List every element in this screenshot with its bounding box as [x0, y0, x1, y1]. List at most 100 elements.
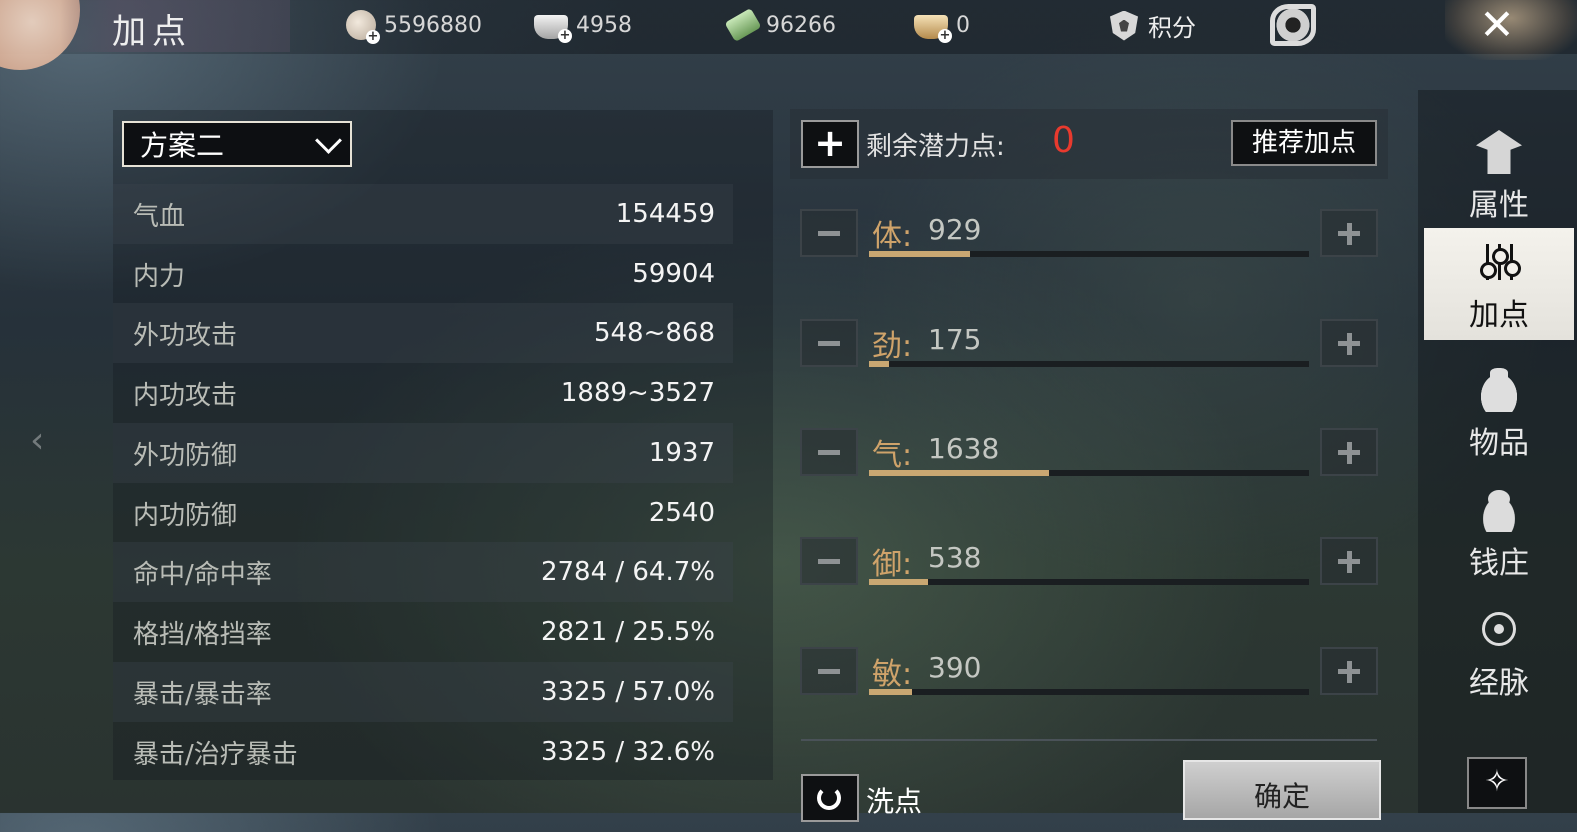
stat-value: 2784 / 64.7%: [540, 557, 715, 587]
decrease-button[interactable]: [800, 209, 858, 257]
sidebar-item-add-points[interactable]: 加点: [1424, 228, 1574, 340]
meridian-icon: [1482, 612, 1516, 646]
attribute-bar: [869, 579, 1309, 585]
stat-name: 格挡/格挡率: [133, 619, 272, 650]
jade-plus-icon: [724, 7, 762, 43]
attribute-name: 劲:: [872, 329, 913, 364]
stat-row: 外功攻击 548~868: [113, 303, 733, 363]
attribute-name: 敏:: [872, 657, 913, 692]
reset-label[interactable]: 洗点: [866, 780, 922, 820]
sidebar-item-label: 物品: [1469, 426, 1529, 461]
stat-name: 内力: [133, 261, 186, 292]
remaining-points-value: 0: [1052, 120, 1075, 161]
attribute-row: 体: 929: [800, 209, 1380, 269]
stat-value: 1937: [648, 438, 715, 468]
currency-coin[interactable]: + 5596880: [346, 10, 482, 44]
currency-value: 4958: [576, 12, 632, 38]
attribute-value: 538: [928, 541, 982, 574]
stat-row: 暴击/暴击率 3325 / 57.0%: [113, 662, 733, 722]
decrease-button[interactable]: [800, 428, 858, 476]
attribute-name: 体:: [872, 219, 913, 254]
attribute-value: 390: [928, 651, 982, 684]
attribute-bar-fill: [869, 361, 889, 367]
bag-icon: [1476, 368, 1522, 412]
stat-name: 外功攻击: [133, 320, 238, 351]
close-icon[interactable]: ✕: [1472, 2, 1522, 48]
stat-value: 2821 / 25.5%: [540, 617, 715, 647]
currency-gold[interactable]: + 0: [914, 10, 970, 43]
stat-row: 外功防御 1937: [113, 423, 733, 483]
sidebar-item-meridians[interactable]: 经脉: [1424, 596, 1574, 708]
stat-row: 暴击/治疗暴击 3325 / 32.6%: [113, 722, 733, 782]
stat-value: 1889~3527: [560, 378, 715, 408]
sidebar-item-bank[interactable]: 钱庄: [1424, 476, 1574, 588]
chevron-left-icon[interactable]: ‹: [30, 420, 44, 461]
chevron-down-icon: [315, 126, 342, 154]
page-title: 加点: [112, 12, 192, 52]
attribute-row: 气: 1638: [800, 428, 1380, 488]
divider: [801, 739, 1377, 741]
sidebar-item-items[interactable]: 物品: [1424, 356, 1574, 468]
currency-value: 0: [956, 12, 970, 38]
hat-icon: [1476, 130, 1522, 174]
increase-button[interactable]: [1320, 537, 1378, 585]
currency-value: 5596880: [384, 12, 482, 38]
reset-icon[interactable]: [801, 774, 859, 822]
swirl-icon[interactable]: [1268, 2, 1318, 48]
stat-row: 命中/命中率 2784 / 64.7%: [113, 542, 733, 602]
gold-ingot-plus-icon: +: [914, 15, 952, 43]
attribute-bar-fill: [869, 689, 913, 695]
attribute-bar-fill: [869, 470, 1050, 476]
sliders-icon: [1476, 240, 1522, 284]
sidebar-item-label: 经脉: [1469, 666, 1529, 701]
currency-silver[interactable]: + 4958: [534, 10, 632, 43]
decrease-button[interactable]: [800, 647, 858, 695]
attribute-row: 劲: 175: [800, 319, 1380, 379]
stat-name: 气血: [133, 201, 186, 232]
stat-value: 3325 / 32.6%: [540, 737, 715, 767]
stat-name: 外功防御: [133, 440, 238, 471]
decrease-button[interactable]: [800, 319, 858, 367]
increase-button[interactable]: [1320, 209, 1378, 257]
stat-row: 内力 59904: [113, 244, 733, 304]
remaining-points-label: 剩余潜力点:: [866, 132, 1005, 162]
recommend-button[interactable]: 推荐加点: [1231, 120, 1377, 166]
attribute-bar: [869, 689, 1309, 695]
add-points-button[interactable]: +: [801, 120, 859, 168]
score-label: 积分: [1148, 14, 1196, 42]
plan-selected: 方案二: [140, 129, 225, 162]
currency-jade[interactable]: 96266: [724, 7, 836, 43]
sidebar-item-attributes[interactable]: 属性: [1424, 118, 1574, 230]
silver-ingot-plus-icon: +: [534, 15, 572, 43]
magic-wand-icon[interactable]: ✧: [1467, 757, 1527, 809]
stat-row: 内功攻击 1889~3527: [113, 363, 733, 423]
attribute-bar: [869, 251, 1309, 257]
attribute-row: 敏: 390: [800, 647, 1380, 707]
stat-name: 暴击/暴击率: [133, 679, 272, 710]
increase-button[interactable]: [1320, 319, 1378, 367]
stat-name: 暴击/治疗暴击: [133, 739, 298, 770]
stat-value: 154459: [615, 199, 715, 229]
increase-button[interactable]: [1320, 647, 1378, 695]
attribute-bar: [869, 361, 1309, 367]
decrease-button[interactable]: [800, 537, 858, 585]
attribute-bar-fill: [869, 251, 971, 257]
increase-button[interactable]: [1320, 428, 1378, 476]
sidebar-item-label: 加点: [1469, 298, 1529, 333]
attribute-value: 175: [928, 323, 982, 356]
plan-dropdown[interactable]: 方案二: [122, 121, 352, 167]
attribute-value: 929: [928, 213, 982, 246]
stat-row: 格挡/格挡率 2821 / 25.5%: [113, 602, 733, 662]
attribute-name: 气:: [872, 438, 913, 473]
stat-name: 内功攻击: [133, 380, 238, 411]
stat-row: 气血 154459: [113, 184, 733, 244]
money-bag-icon: [1476, 488, 1522, 532]
stat-name: 内功防御: [133, 500, 238, 531]
attribute-bar-fill: [869, 579, 929, 585]
stat-name: 命中/命中率: [133, 559, 272, 590]
currency-value: 96266: [766, 12, 836, 38]
stat-value: 548~868: [593, 318, 715, 348]
score-button[interactable]: 积分: [1110, 8, 1196, 43]
confirm-button[interactable]: 确定: [1183, 760, 1381, 820]
sidebar-item-label: 属性: [1469, 188, 1529, 223]
